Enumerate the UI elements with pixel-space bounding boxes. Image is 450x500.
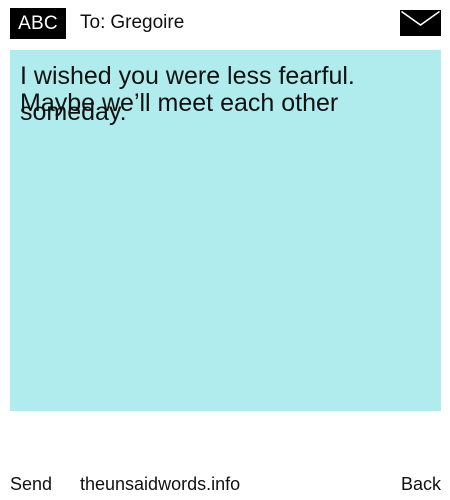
site-link[interactable]: theunsaidwords.info — [80, 473, 240, 495]
send-link[interactable]: Send — [10, 473, 52, 495]
message-line-1: I wished you were less fearful. — [20, 62, 355, 90]
message-card: I wished you were less fearful. someday.… — [10, 50, 441, 411]
message-line-3: Maybe we’ll meet each other — [20, 89, 339, 117]
page: ABC To: Gregoire I wished you were less f… — [0, 0, 450, 500]
abc-badge: ABC — [10, 8, 66, 39]
envelope-icon[interactable] — [400, 10, 441, 36]
recipient-line: To: Gregoire — [80, 11, 184, 35]
back-link[interactable]: Back — [401, 473, 441, 495]
to-label: To: — [80, 12, 106, 33]
recipient-name: Gregoire — [110, 12, 185, 33]
